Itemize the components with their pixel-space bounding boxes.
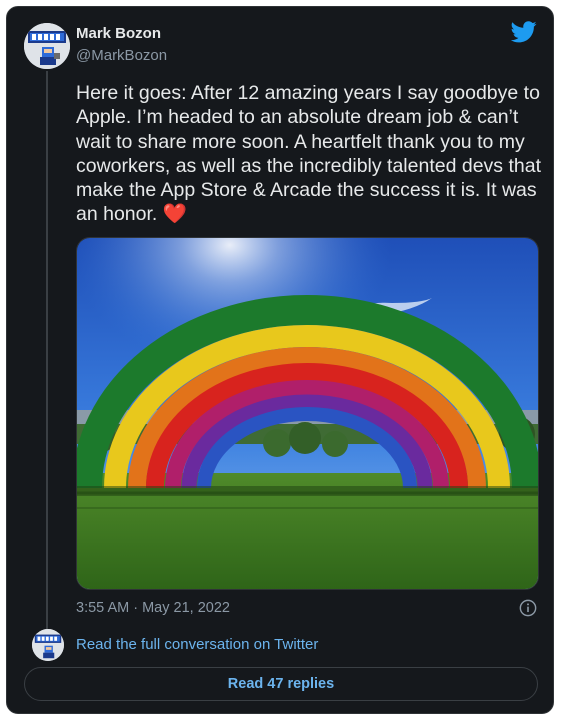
author-avatar[interactable] (24, 23, 70, 69)
info-icon[interactable] (519, 599, 537, 617)
rainbow-arch-photo (77, 238, 538, 589)
pixel-art-avatar-icon (24, 23, 70, 69)
twitter-bird-icon[interactable] (511, 21, 537, 43)
tweet-photo[interactable] (76, 237, 539, 590)
tweet-embed-card: Mark Bozon @MarkBozon Here it goes: Afte… (6, 6, 554, 714)
read-conversation-link[interactable]: Read the full conversation on Twitter (76, 636, 318, 653)
read-replies-button[interactable]: Read 47 replies (24, 667, 538, 701)
conversation-avatar (32, 629, 64, 661)
tweet-body: Here it goes: After 12 amazing years I s… (76, 82, 541, 226)
thread-line (46, 71, 48, 631)
heart-emoji-icon: ❤️ (162, 203, 188, 226)
pixel-art-avatar-icon (32, 629, 64, 661)
author-name[interactable]: Mark Bozon (76, 25, 161, 42)
tweet-timestamp[interactable]: 3:55 AM · May 21, 2022 (76, 600, 230, 616)
author-handle[interactable]: @MarkBozon (76, 47, 167, 64)
tweet-text: Here it goes: After 12 amazing years I s… (76, 81, 546, 227)
